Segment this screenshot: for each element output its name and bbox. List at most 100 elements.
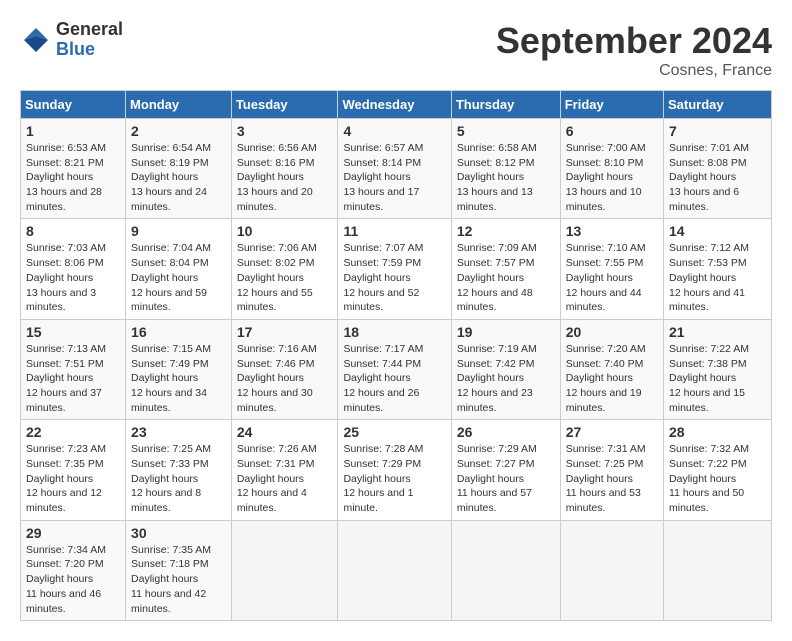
day-info: Sunrise: 7:35 AMSunset: 7:18 PMDaylight … <box>131 544 211 615</box>
calendar-cell: 3 Sunrise: 6:56 AMSunset: 8:16 PMDayligh… <box>231 119 338 219</box>
calendar-cell <box>451 520 560 620</box>
day-info: Sunrise: 7:34 AMSunset: 7:20 PMDaylight … <box>26 544 106 615</box>
day-info: Sunrise: 7:00 AMSunset: 8:10 PMDaylight … <box>566 142 646 213</box>
weekday-header: Sunday <box>21 91 126 119</box>
day-info: Sunrise: 7:13 AMSunset: 7:51 PMDaylight … <box>26 343 106 414</box>
day-info: Sunrise: 7:12 AMSunset: 7:53 PMDaylight … <box>669 242 749 313</box>
calendar-cell: 19 Sunrise: 7:19 AMSunset: 7:42 PMDaylig… <box>451 319 560 419</box>
day-number: 15 <box>26 324 120 340</box>
calendar-week-row: 15 Sunrise: 7:13 AMSunset: 7:51 PMDaylig… <box>21 319 772 419</box>
day-info: Sunrise: 7:31 AMSunset: 7:25 PMDaylight … <box>566 443 646 514</box>
calendar-cell: 16 Sunrise: 7:15 AMSunset: 7:49 PMDaylig… <box>126 319 232 419</box>
weekday-header: Thursday <box>451 91 560 119</box>
day-info: Sunrise: 7:22 AMSunset: 7:38 PMDaylight … <box>669 343 749 414</box>
logo: General Blue <box>20 20 123 60</box>
calendar-cell: 26 Sunrise: 7:29 AMSunset: 7:27 PMDaylig… <box>451 420 560 520</box>
logo-icon <box>20 24 52 56</box>
day-info: Sunrise: 7:29 AMSunset: 7:27 PMDaylight … <box>457 443 537 514</box>
calendar-cell: 4 Sunrise: 6:57 AMSunset: 8:14 PMDayligh… <box>338 119 451 219</box>
calendar-cell: 28 Sunrise: 7:32 AMSunset: 7:22 PMDaylig… <box>664 420 772 520</box>
calendar-cell: 9 Sunrise: 7:04 AMSunset: 8:04 PMDayligh… <box>126 219 232 319</box>
day-info: Sunrise: 7:23 AMSunset: 7:35 PMDaylight … <box>26 443 106 514</box>
calendar-cell: 24 Sunrise: 7:26 AMSunset: 7:31 PMDaylig… <box>231 420 338 520</box>
day-number: 19 <box>457 324 555 340</box>
calendar-cell: 14 Sunrise: 7:12 AMSunset: 7:53 PMDaylig… <box>664 219 772 319</box>
calendar-cell: 5 Sunrise: 6:58 AMSunset: 8:12 PMDayligh… <box>451 119 560 219</box>
day-info: Sunrise: 7:28 AMSunset: 7:29 PMDaylight … <box>343 443 423 514</box>
calendar-cell: 7 Sunrise: 7:01 AMSunset: 8:08 PMDayligh… <box>664 119 772 219</box>
calendar-cell: 8 Sunrise: 7:03 AMSunset: 8:06 PMDayligh… <box>21 219 126 319</box>
weekday-header-row: SundayMondayTuesdayWednesdayThursdayFrid… <box>21 91 772 119</box>
calendar-cell: 23 Sunrise: 7:25 AMSunset: 7:33 PMDaylig… <box>126 420 232 520</box>
calendar-week-row: 22 Sunrise: 7:23 AMSunset: 7:35 PMDaylig… <box>21 420 772 520</box>
weekday-header: Friday <box>560 91 663 119</box>
day-info: Sunrise: 7:03 AMSunset: 8:06 PMDaylight … <box>26 242 106 313</box>
day-number: 7 <box>669 123 766 139</box>
day-number: 1 <box>26 123 120 139</box>
calendar-cell: 21 Sunrise: 7:22 AMSunset: 7:38 PMDaylig… <box>664 319 772 419</box>
calendar-cell: 30 Sunrise: 7:35 AMSunset: 7:18 PMDaylig… <box>126 520 232 620</box>
day-number: 13 <box>566 223 658 239</box>
weekday-header: Monday <box>126 91 232 119</box>
day-info: Sunrise: 6:54 AMSunset: 8:19 PMDaylight … <box>131 142 211 213</box>
day-info: Sunrise: 6:56 AMSunset: 8:16 PMDaylight … <box>237 142 317 213</box>
day-info: Sunrise: 7:26 AMSunset: 7:31 PMDaylight … <box>237 443 317 514</box>
day-number: 14 <box>669 223 766 239</box>
calendar-cell <box>560 520 663 620</box>
day-number: 11 <box>343 223 445 239</box>
day-info: Sunrise: 7:19 AMSunset: 7:42 PMDaylight … <box>457 343 537 414</box>
day-info: Sunrise: 6:57 AMSunset: 8:14 PMDaylight … <box>343 142 423 213</box>
day-number: 2 <box>131 123 226 139</box>
calendar-cell <box>338 520 451 620</box>
calendar-week-row: 1 Sunrise: 6:53 AMSunset: 8:21 PMDayligh… <box>21 119 772 219</box>
day-number: 3 <box>237 123 333 139</box>
day-number: 30 <box>131 525 226 541</box>
day-number: 5 <box>457 123 555 139</box>
calendar-cell: 29 Sunrise: 7:34 AMSunset: 7:20 PMDaylig… <box>21 520 126 620</box>
calendar-cell: 20 Sunrise: 7:20 AMSunset: 7:40 PMDaylig… <box>560 319 663 419</box>
calendar-cell: 17 Sunrise: 7:16 AMSunset: 7:46 PMDaylig… <box>231 319 338 419</box>
calendar-cell: 12 Sunrise: 7:09 AMSunset: 7:57 PMDaylig… <box>451 219 560 319</box>
day-number: 21 <box>669 324 766 340</box>
calendar-cell: 22 Sunrise: 7:23 AMSunset: 7:35 PMDaylig… <box>21 420 126 520</box>
day-number: 27 <box>566 424 658 440</box>
calendar-cell: 2 Sunrise: 6:54 AMSunset: 8:19 PMDayligh… <box>126 119 232 219</box>
title-section: September 2024 Cosnes, France <box>496 20 772 80</box>
day-info: Sunrise: 7:07 AMSunset: 7:59 PMDaylight … <box>343 242 423 313</box>
weekday-header: Tuesday <box>231 91 338 119</box>
logo-text: General Blue <box>56 20 123 60</box>
day-info: Sunrise: 7:16 AMSunset: 7:46 PMDaylight … <box>237 343 317 414</box>
calendar-cell: 10 Sunrise: 7:06 AMSunset: 8:02 PMDaylig… <box>231 219 338 319</box>
weekday-header: Wednesday <box>338 91 451 119</box>
calendar-week-row: 8 Sunrise: 7:03 AMSunset: 8:06 PMDayligh… <box>21 219 772 319</box>
day-info: Sunrise: 7:25 AMSunset: 7:33 PMDaylight … <box>131 443 211 514</box>
day-number: 12 <box>457 223 555 239</box>
calendar-cell <box>664 520 772 620</box>
day-number: 20 <box>566 324 658 340</box>
day-number: 28 <box>669 424 766 440</box>
day-number: 29 <box>26 525 120 541</box>
day-number: 8 <box>26 223 120 239</box>
day-number: 10 <box>237 223 333 239</box>
day-info: Sunrise: 7:32 AMSunset: 7:22 PMDaylight … <box>669 443 749 514</box>
day-number: 9 <box>131 223 226 239</box>
calendar-cell: 15 Sunrise: 7:13 AMSunset: 7:51 PMDaylig… <box>21 319 126 419</box>
day-info: Sunrise: 7:09 AMSunset: 7:57 PMDaylight … <box>457 242 537 313</box>
day-info: Sunrise: 7:20 AMSunset: 7:40 PMDaylight … <box>566 343 646 414</box>
day-info: Sunrise: 7:10 AMSunset: 7:55 PMDaylight … <box>566 242 646 313</box>
location-title: Cosnes, France <box>496 62 772 80</box>
day-info: Sunrise: 7:06 AMSunset: 8:02 PMDaylight … <box>237 242 317 313</box>
calendar-cell: 27 Sunrise: 7:31 AMSunset: 7:25 PMDaylig… <box>560 420 663 520</box>
day-number: 17 <box>237 324 333 340</box>
calendar-cell: 18 Sunrise: 7:17 AMSunset: 7:44 PMDaylig… <box>338 319 451 419</box>
day-info: Sunrise: 6:53 AMSunset: 8:21 PMDaylight … <box>26 142 106 213</box>
day-info: Sunrise: 7:01 AMSunset: 8:08 PMDaylight … <box>669 142 749 213</box>
page-header: General Blue September 2024 Cosnes, Fran… <box>20 20 772 80</box>
day-info: Sunrise: 6:58 AMSunset: 8:12 PMDaylight … <box>457 142 537 213</box>
calendar-cell: 13 Sunrise: 7:10 AMSunset: 7:55 PMDaylig… <box>560 219 663 319</box>
day-number: 23 <box>131 424 226 440</box>
day-info: Sunrise: 7:04 AMSunset: 8:04 PMDaylight … <box>131 242 211 313</box>
month-title: September 2024 <box>496 20 772 62</box>
day-number: 25 <box>343 424 445 440</box>
calendar-week-row: 29 Sunrise: 7:34 AMSunset: 7:20 PMDaylig… <box>21 520 772 620</box>
